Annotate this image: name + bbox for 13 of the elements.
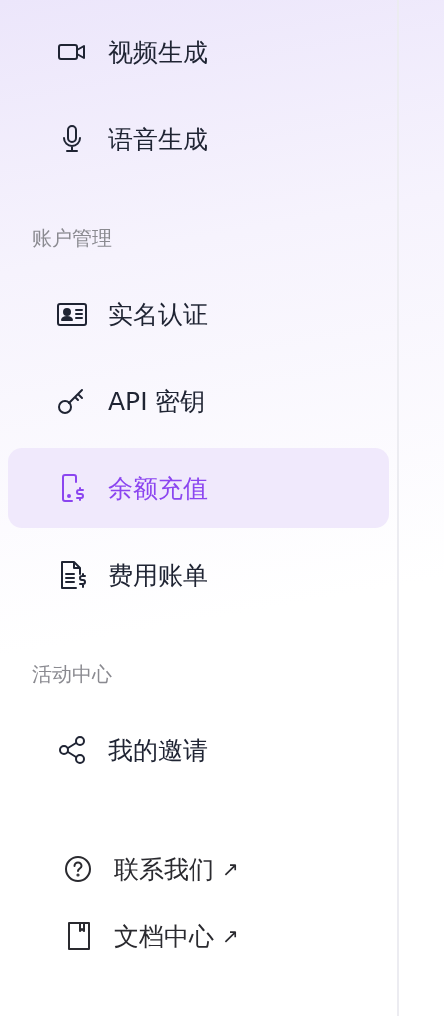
help-icon [62, 853, 94, 885]
nav-item[interactable]: 实名认证 [8, 274, 389, 354]
external-link[interactable]: 联系我们 ↗ [8, 844, 389, 894]
nav-item[interactable]: 余额充值 [8, 448, 389, 528]
nav-item[interactable]: 我的邀请 [8, 710, 389, 790]
external-link[interactable]: 文档中心 ↗ [8, 911, 389, 961]
section-title: 账户管理 [32, 225, 113, 252]
nav-item[interactable]: 费用账单 [8, 535, 389, 615]
share-icon [56, 734, 88, 766]
nav-item[interactable]: API 密钥 [8, 361, 389, 441]
nav-item[interactable]: 视频生成 [8, 12, 389, 92]
section-title: 活动中心 [32, 661, 113, 688]
nav-item[interactable]: 语音生成 [8, 99, 389, 179]
